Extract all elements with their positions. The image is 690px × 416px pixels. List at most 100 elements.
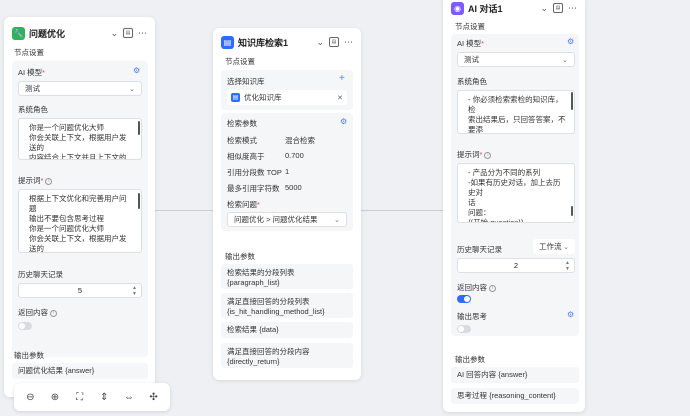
role-label: 系统角色: [457, 77, 487, 86]
question-label: 检索问题*: [227, 200, 260, 209]
more-icon[interactable]: ⋯: [568, 3, 577, 14]
param-label: 引用分段数 TOP: [227, 168, 282, 177]
role-label: 系统角色: [18, 105, 48, 114]
settings-gear-icon[interactable]: ⚙: [133, 66, 140, 75]
section-output: 输出参数: [455, 355, 485, 364]
history-stepper[interactable]: 5 ▲ ▼: [18, 283, 142, 298]
auto-layout-icon[interactable]: ✣: [146, 389, 162, 405]
collapse-icon[interactable]: ⌄: [316, 37, 324, 48]
output-item: 问题优化结果 {answer}: [12, 363, 148, 379]
output-item: 检索结果 {data}: [221, 322, 353, 338]
history-stepper[interactable]: 2 ▲ ▼: [457, 258, 575, 273]
node-info-icon[interactable]: ▤: [553, 3, 563, 13]
param-value: 1: [285, 167, 290, 176]
chevron-down-icon: ⌄: [334, 216, 340, 224]
chevron-down-icon: ⌄: [563, 243, 569, 251]
retrieval-label: 检索参数: [227, 119, 257, 128]
canvas-toolbar: ⊖ ⊕ ⛶ ⇕ ⇔ ✣: [14, 383, 170, 411]
kb-chip-label: 优化知识库: [244, 93, 282, 102]
settings-gear-icon[interactable]: ⚙: [567, 37, 574, 46]
retrieval-panel: 检索参数 ⚙ 检索模式 混合检索 相似度高于 0.700 引用分段数 TOP 1…: [221, 113, 353, 231]
output-item: 思考过程 {reasoning_content}: [451, 388, 579, 404]
info-icon: i: [484, 151, 492, 159]
chevron-down-icon: ⌄: [129, 85, 135, 93]
chevron-down-icon: ⌄: [562, 56, 568, 64]
question-select[interactable]: 问题优化 > 问题优化结果 ⌄: [227, 212, 347, 227]
info-icon: i: [45, 177, 53, 185]
history-label: 历史聊天记录: [457, 245, 502, 254]
kb-chip[interactable]: ▤ 优化知识库 ✕: [227, 90, 347, 105]
param-label: 相似度高于: [227, 152, 265, 161]
system-role-textarea[interactable]: 你是一个问题优化大师 你会关联上下文，根据用户发送的 内容结合上下文并且上下文的…: [18, 118, 142, 160]
think-toggle[interactable]: [457, 325, 471, 333]
node-knowledge-retrieval[interactable]: ▤ 知识库检索1 ⌄ ▤ ⋯ 节点设置 选择知识库 + ▤ 优化知识库 ✕ 检索…: [213, 28, 361, 380]
add-kb-icon[interactable]: +: [339, 73, 345, 84]
scrollbar[interactable]: [138, 121, 140, 135]
param-label: 检索模式: [227, 136, 257, 145]
system-role-textarea[interactable]: - 你必须检索索检的知识库，检 索出结果后，只回答答案，不要添 加多余的语气词，…: [457, 90, 575, 134]
return-label: 返回内容 i: [18, 307, 57, 318]
scrollbar[interactable]: [571, 92, 573, 110]
settings-panel: AI 模型* ⚙ 测试 ⌄ 系统角色 你是一个问题优化大师 你会关联上下文，根据用…: [12, 61, 148, 357]
kb-select-panel: 选择知识库 + ▤ 优化知识库 ✕: [221, 70, 353, 110]
model-label: AI 模型*: [18, 68, 46, 77]
select-kb-label: 选择知识库: [227, 77, 265, 86]
stepper-arrows-icon[interactable]: ▲ ▼: [132, 285, 137, 297]
more-icon[interactable]: ⋯: [138, 28, 147, 39]
node-title: AI 对话1: [468, 3, 503, 14]
zoom-in-icon[interactable]: ⊕: [47, 389, 63, 405]
model-select[interactable]: 测试 ⌄: [18, 81, 142, 96]
node-info-icon[interactable]: ▤: [329, 37, 339, 47]
section-node-settings: 节点设置: [455, 22, 485, 31]
info-icon: i: [50, 309, 57, 317]
settings-gear-icon[interactable]: ⚙: [567, 310, 574, 319]
section-node-settings: 节点设置: [225, 57, 255, 66]
node-title: 知识库检索1: [238, 37, 289, 48]
node-title: 问题优化: [29, 28, 66, 39]
section-node-settings: 节点设置: [14, 48, 44, 57]
prompt-textarea[interactable]: 根据上下文优化和完善用户问题 输出不要包含思考过程 你是一个问题优化大师 你会关…: [18, 189, 142, 253]
history-label: 历史聊天记录: [18, 270, 63, 279]
edge-optimize-to-kb: [155, 210, 213, 211]
output-item: 检索结果的分段列表 {paragraph_list}: [221, 264, 353, 289]
param-label: 最多引用字符数: [227, 184, 280, 193]
scrollbar[interactable]: [138, 193, 140, 209]
align-vertical-icon[interactable]: ⇕: [96, 389, 112, 405]
think-label: 输出思考: [457, 312, 487, 321]
settings-panel: AI 模型* ⚙ 测试 ⌄ 系统角色 - 你必须检索索检的知识库，检 索出结果后，…: [451, 34, 579, 336]
ai-chat-icon: ◉: [451, 1, 464, 15]
settings-gear-icon[interactable]: ⚙: [340, 117, 347, 126]
param-value: 混合检索: [285, 136, 315, 145]
history-mode-select[interactable]: 工作流 ⌄: [533, 239, 575, 254]
section-output: 输出参数: [14, 351, 44, 360]
output-item: 满足直接回答的分段列表 {is_hit_handling_method_list…: [221, 293, 353, 318]
knowledge-base-icon: ▤: [221, 35, 234, 49]
more-icon[interactable]: ⋯: [344, 37, 353, 48]
return-toggle[interactable]: [18, 322, 32, 330]
prompt-label: 提示词* i: [18, 175, 53, 186]
param-value: 0.700: [285, 151, 304, 160]
zoom-out-icon[interactable]: ⊖: [22, 389, 38, 405]
output-item: AI 回答内容 {answer}: [451, 367, 579, 383]
model-select[interactable]: 测试 ⌄: [457, 52, 575, 67]
info-icon: i: [489, 284, 496, 292]
output-item: 满足直接回答的分段内容 {directly_return}: [221, 343, 353, 368]
align-horizontal-icon[interactable]: ⇔: [121, 389, 137, 405]
model-label: AI 模型*: [457, 39, 485, 48]
wrench-icon: 🔧: [12, 26, 25, 40]
close-icon[interactable]: ✕: [337, 94, 343, 102]
node-ai-chat[interactable]: ◉ AI 对话1 ⌄ ▤ ⋯ 节点设置 AI 模型* ⚙ 测试 ⌄ 系统角色 - …: [443, 0, 585, 412]
fit-view-icon[interactable]: ⛶: [72, 389, 88, 405]
scrollbar[interactable]: [571, 206, 573, 216]
workflow-canvas[interactable]: 🔧 问题优化 ⌄ ▤ ⋯ 节点设置 AI 模型* ⚙ 测试 ⌄ 系统角色 你是一个…: [0, 0, 690, 416]
section-output: 输出参数: [225, 252, 255, 261]
node-question-optimize[interactable]: 🔧 问题优化 ⌄ ▤ ⋯ 节点设置 AI 模型* ⚙ 测试 ⌄ 系统角色 你是一个…: [4, 17, 155, 397]
kb-icon: ▤: [231, 93, 240, 102]
collapse-icon[interactable]: ⌄: [110, 28, 118, 39]
stepper-arrows-icon[interactable]: ▲ ▼: [565, 260, 570, 272]
return-toggle[interactable]: [457, 295, 471, 303]
prompt-textarea[interactable]: - 产品分为不同的系列 -如果有历史对话，加上去历史对 话 问题： {{开始.q…: [457, 163, 575, 223]
collapse-icon[interactable]: ⌄: [540, 3, 548, 14]
edge-kb-to-ai: [361, 210, 443, 211]
node-info-icon[interactable]: ▤: [123, 28, 133, 38]
